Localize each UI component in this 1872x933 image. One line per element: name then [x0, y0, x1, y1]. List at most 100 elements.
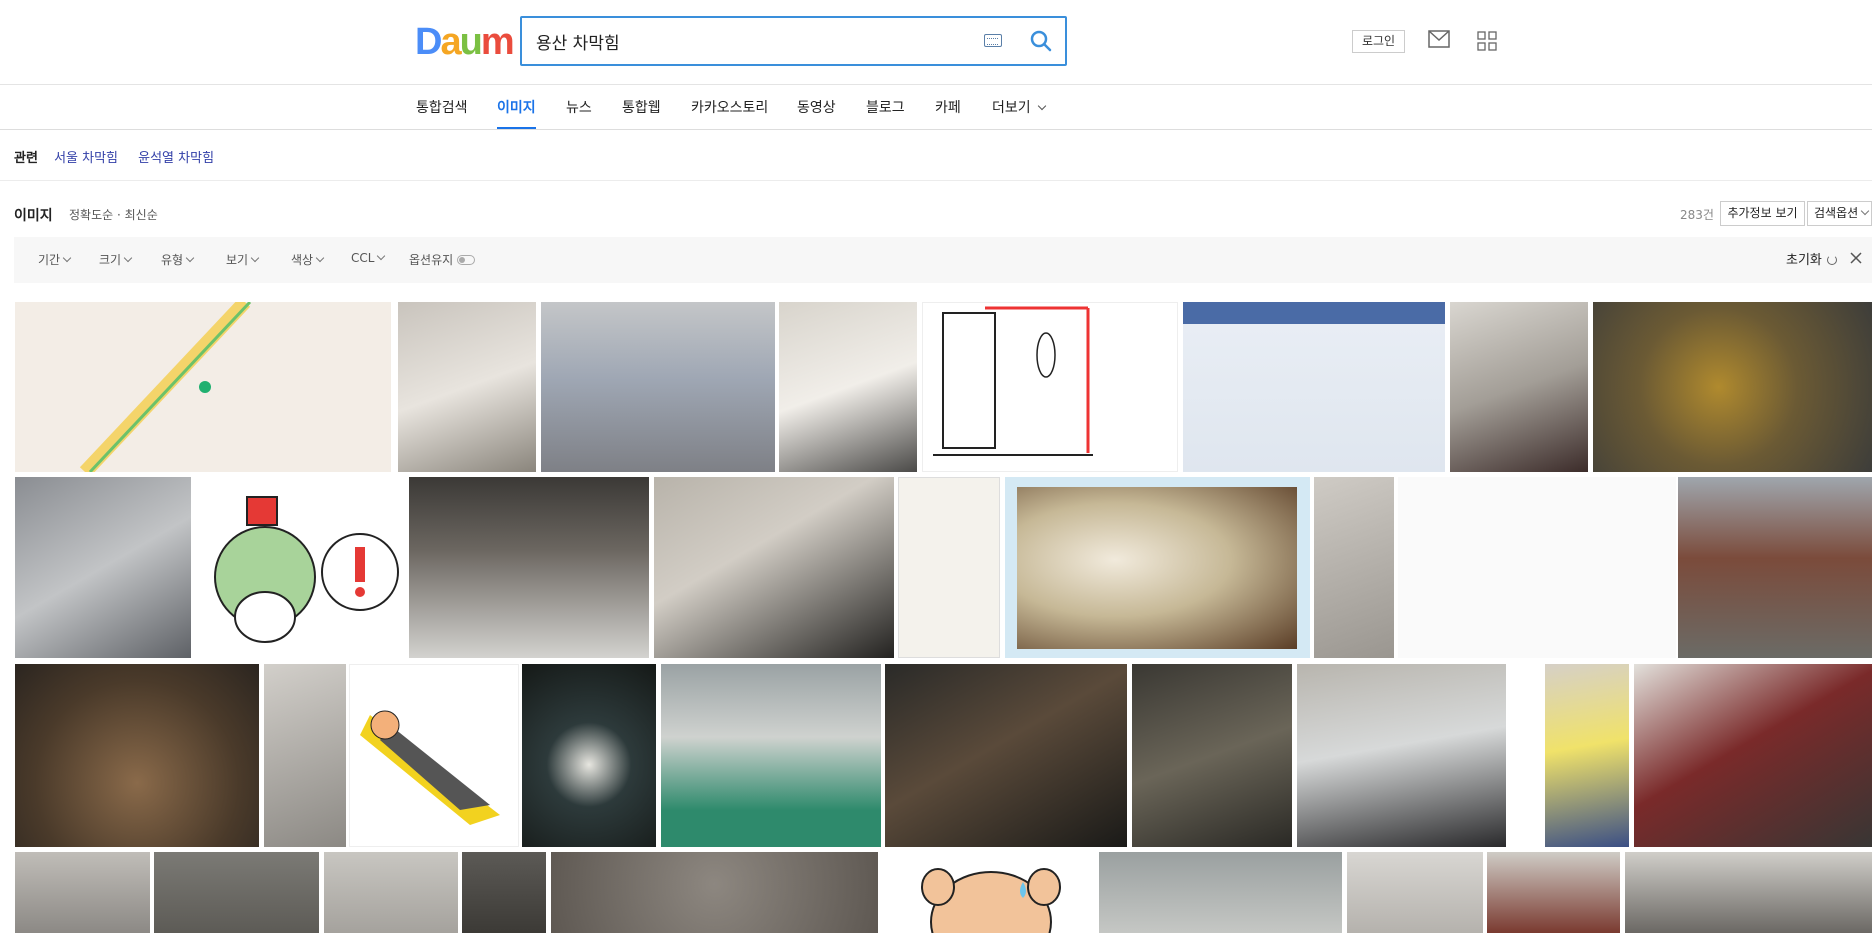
chevron-down-icon — [62, 253, 72, 263]
filter-bar: 기간 크기 유형 보기 색상 CCL 옵션유지 초기화 — [14, 237, 1872, 283]
chevron-down-icon — [1037, 101, 1046, 111]
tab-kakaostory[interactable]: 카카오스토리 — [691, 97, 768, 129]
image-thumbnail[interactable] — [1005, 477, 1310, 658]
login-button[interactable]: 로그인 — [1352, 30, 1405, 53]
chevron-down-icon — [315, 253, 325, 263]
image-thumbnail[interactable] — [1593, 302, 1872, 472]
image-thumbnail[interactable] — [1099, 852, 1342, 933]
image-thumbnail[interactable] — [15, 477, 191, 658]
image-thumbnail[interactable] — [195, 477, 406, 658]
image-thumbnail[interactable] — [1678, 477, 1872, 658]
toggle-switch — [457, 255, 476, 265]
map-image — [15, 302, 391, 472]
image-thumbnail[interactable] — [885, 664, 1127, 847]
logo-letter: D — [415, 21, 442, 63]
filter-ccl[interactable]: CCL — [351, 251, 386, 265]
search-input[interactable] — [536, 28, 976, 54]
image-thumbnail[interactable] — [898, 477, 1000, 658]
related-label: 관련 — [14, 151, 38, 166]
filter-view[interactable]: 보기 — [226, 251, 260, 268]
image-thumbnail[interactable] — [922, 302, 1178, 472]
tab-video[interactable]: 동영상 — [797, 97, 836, 129]
image-thumbnail[interactable] — [1398, 477, 1676, 658]
filter-label: 유형 — [161, 253, 184, 267]
filter-size[interactable]: 크기 — [99, 251, 133, 268]
image-thumbnail[interactable] — [779, 302, 917, 472]
keyboard-icon[interactable] — [984, 34, 1002, 47]
image-thumbnail[interactable] — [654, 477, 894, 658]
image-thumbnail[interactable] — [15, 852, 150, 933]
chevron-down-icon — [123, 253, 133, 263]
tab-cafe[interactable]: 카페 — [935, 97, 961, 129]
related-link[interactable]: 윤석열 차막힘 — [138, 151, 214, 166]
chevron-down-icon — [1860, 206, 1870, 216]
keep-option-label: 옵션유지 — [409, 253, 454, 267]
image-thumbnail[interactable] — [1625, 852, 1872, 933]
image-thumbnail[interactable] — [15, 302, 391, 472]
chevron-down-icon — [185, 253, 195, 263]
logo-letter: u — [459, 21, 483, 63]
image-thumbnail[interactable] — [409, 477, 649, 658]
image-thumbnail[interactable] — [264, 664, 346, 847]
image-thumbnail[interactable] — [1314, 477, 1394, 658]
search-box — [520, 16, 1067, 66]
image-thumbnail[interactable] — [1347, 852, 1483, 933]
image-thumbnail[interactable] — [1183, 302, 1445, 472]
cartoon-image — [214, 496, 399, 643]
image-inner-photo — [1017, 487, 1297, 649]
logo-letter: m — [480, 21, 515, 63]
image-thumbnail[interactable] — [398, 302, 536, 472]
header: Daum 로그인 — [0, 0, 1872, 85]
image-thumbnail[interactable] — [551, 852, 878, 933]
sort-options: 정확도순 · 최신순 — [69, 206, 158, 223]
chevron-down-icon — [377, 251, 386, 261]
search-options-label: 검색옵션 — [1814, 206, 1859, 220]
close-icon[interactable] — [1848, 250, 1864, 266]
search-options-button[interactable]: 검색옵션 — [1807, 201, 1872, 226]
tab-all[interactable]: 통합검색 — [416, 97, 468, 129]
filter-period[interactable]: 기간 — [38, 251, 72, 268]
tab-news[interactable]: 뉴스 — [566, 97, 592, 129]
tab-blog[interactable]: 블로그 — [866, 97, 905, 129]
image-thumbnail[interactable] — [1450, 302, 1588, 472]
apps-grid-icon[interactable] — [1477, 31, 1497, 51]
filter-label: 기간 — [38, 253, 61, 267]
image-thumbnail[interactable] — [522, 664, 656, 847]
mail-icon[interactable] — [1428, 30, 1450, 48]
tab-more[interactable]: 더보기 — [992, 97, 1046, 129]
extra-info-button[interactable]: 추가정보 보기 — [1720, 201, 1805, 226]
related-link[interactable]: 서울 차막힘 — [54, 151, 118, 166]
divider — [0, 180, 1872, 181]
tab-web[interactable]: 통합웹 — [622, 97, 661, 129]
daum-logo[interactable]: Daum — [415, 20, 515, 64]
image-thumbnail[interactable] — [1634, 664, 1872, 847]
image-thumbnail[interactable] — [15, 664, 259, 847]
image-thumbnail[interactable] — [661, 664, 881, 847]
section-title: 이미지 — [14, 208, 53, 224]
sort-latest[interactable]: 최신순 — [125, 208, 158, 222]
reset-button[interactable]: 초기화 — [1786, 249, 1837, 268]
cartoon-image — [360, 710, 500, 825]
image-thumbnail[interactable] — [1297, 664, 1506, 847]
logo-letter: a — [440, 21, 461, 63]
search-icon[interactable] — [1028, 28, 1054, 54]
sort-separator: · — [117, 208, 125, 222]
refresh-icon — [1826, 255, 1837, 265]
filter-label: 보기 — [226, 253, 249, 267]
image-thumbnail[interactable] — [462, 852, 546, 933]
image-thumbnail[interactable] — [1545, 664, 1629, 847]
tab-images[interactable]: 이미지 — [497, 97, 536, 129]
image-thumbnail[interactable] — [1132, 664, 1292, 847]
sort-accuracy[interactable]: 정확도순 — [69, 208, 113, 222]
image-thumbnail[interactable] — [541, 302, 775, 472]
image-thumbnail[interactable] — [1487, 852, 1620, 933]
image-thumbnail[interactable] — [883, 852, 1099, 933]
related-searches: 관련 서울 차막힘 윤석열 차막힘 — [14, 147, 230, 166]
image-thumbnail[interactable] — [324, 852, 458, 933]
keep-option-toggle[interactable]: 옵션유지 — [409, 251, 476, 268]
image-thumbnail[interactable] — [154, 852, 319, 933]
filter-type[interactable]: 유형 — [161, 251, 195, 268]
image-thumbnail[interactable] — [349, 664, 519, 847]
filter-label: 색상 — [291, 253, 314, 267]
filter-color[interactable]: 색상 — [291, 251, 325, 268]
